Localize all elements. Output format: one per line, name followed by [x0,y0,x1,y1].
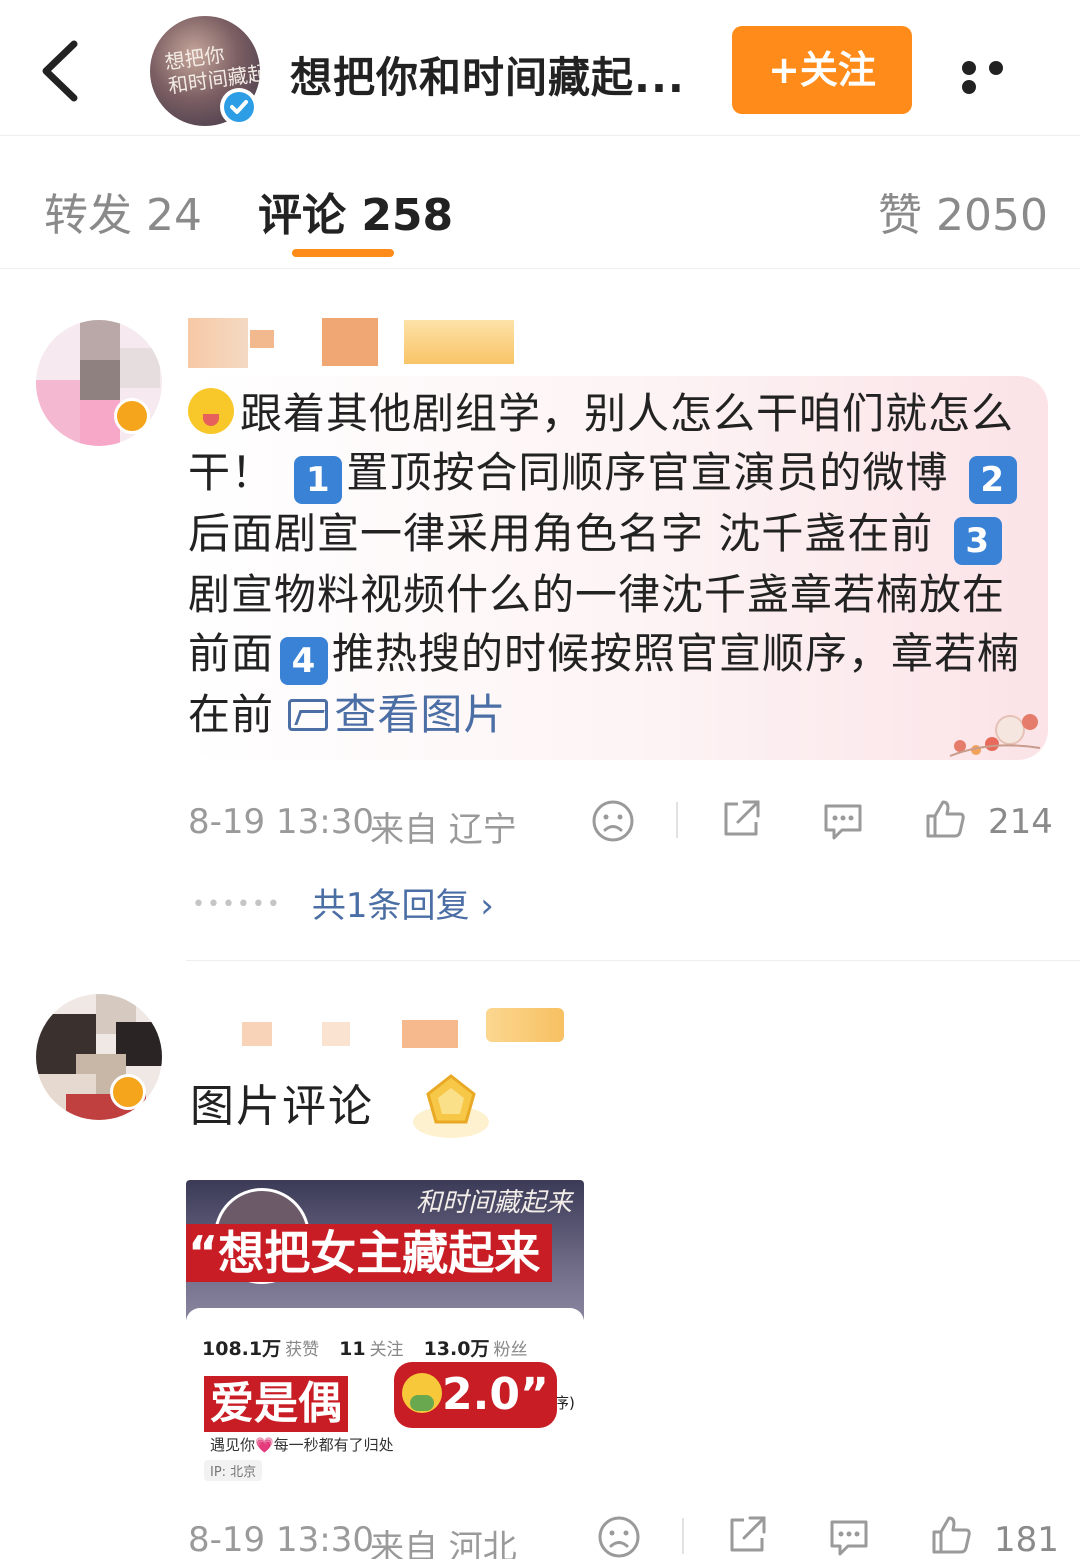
tab-likes[interactable]: 赞 2050 [878,179,1048,243]
action-divider [676,802,678,838]
username-redacted[interactable] [188,318,248,368]
keycap-2-icon: 2 [968,456,1017,504]
reply-comment-icon[interactable] [826,1514,872,1559]
action-divider [682,1518,684,1554]
comment-separator [186,960,1080,961]
verified-badge-icon [220,88,258,126]
comment-text-part: 置顶按合同顺序官宣演员的微博 [346,448,949,497]
stat-value: 108.1万 [202,1338,282,1360]
like-count: 214 [988,802,1053,842]
user-badge-redacted [404,320,514,364]
verified-gold-badge-icon [110,1074,146,1110]
comment-timestamp: 8-19 13:30 [188,1520,374,1559]
tab-comments[interactable]: 评论 258 [258,179,453,243]
view-image-label: 查看图片 [334,690,507,739]
stat-value: 13.0万 [423,1338,490,1360]
username-redacted[interactable] [242,1022,272,1046]
image-icon [288,699,329,731]
top-bar: 想把你 和时间藏起来 想把你和时间藏起... +关注 [0,0,1080,136]
chevron-left-icon [42,40,78,102]
share-icon[interactable] [724,1512,770,1558]
like-thumb-icon[interactable] [922,796,968,842]
username-redacted-2 [250,330,274,348]
username-redacted-2 [322,1022,350,1046]
comment-text: 跟着其他剧组学，别人怎么干咱们就怎么干！ 1 置顶按合同顺序官宣演员的微博 2后面… [188,384,1028,744]
image-caption-banner: “想把女主藏起来 [186,1224,553,1282]
dislike-face-icon[interactable] [590,798,636,844]
verified-gold-badge-icon [114,398,150,434]
view-image-link[interactable]: 查看图片 [288,690,506,739]
more-options-icon[interactable] [962,60,1034,94]
keycap-3-icon: 3 [953,517,1002,565]
comment-text-part: 后面剧宣一律采用角色名字 沈千盏在前 [188,509,934,558]
image-script-title: 和时间藏起来 [416,1188,573,1218]
like-count: 181 [994,1520,1059,1559]
active-tab-indicator [292,249,394,257]
reply-comment-icon[interactable] [820,798,866,844]
tab-bar: 转发 24 评论 258 赞 2050 [0,137,1080,269]
stat-label: 获赞 [285,1340,320,1360]
image-caption-banner-2: 爱是偶 [204,1376,348,1432]
comment-text: 图片评论 [190,1081,374,1132]
comment-timestamp: 8-19 13:30 [188,802,374,842]
replies-label: 共1条回复 › [311,886,494,926]
share-icon[interactable] [718,796,764,842]
image-caption-banner-3-text: 2.0” [442,1369,549,1420]
back-button[interactable] [34,36,94,106]
dislike-face-icon[interactable] [596,1514,642,1559]
view-replies-link[interactable]: •••••• 共1条回复 › [192,878,494,927]
nauseated-face-emoji-icon [402,1373,442,1413]
tab-reposts[interactable]: 转发 24 [44,179,202,243]
stat-label: 粉丝 [493,1340,528,1360]
user-badge-redacted [486,1008,564,1042]
stat-value: 11 [339,1338,366,1360]
comment-location: 来自 辽宁 [370,810,517,850]
stat-label: 关注 [369,1340,404,1360]
follow-button[interactable]: +关注 [732,26,912,114]
fan-level-badge-icon [413,1074,489,1138]
username-redacted-3 [322,318,378,366]
page-title: 想把你和时间藏起... [290,53,685,102]
username-redacted-3 [402,1020,458,1048]
squinting-tongue-emoji-icon [188,388,234,434]
keycap-4-icon: 4 [280,637,329,685]
image-caption-banner-3: 2.0” [394,1362,557,1428]
comment-image-attachment[interactable]: 和时间藏起来 “想把女主藏起来 108.1万获赞11关注13.0万粉丝 画排序)… [186,1180,584,1486]
image-profile-bio: 遇见你💗每一秒都有了归处 [210,1436,394,1454]
like-thumb-icon[interactable] [928,1512,974,1558]
keycap-1-icon: 1 [294,456,343,504]
comment-location: 来自 河北 [370,1528,517,1559]
replies-dots: •••••• [192,892,282,917]
flower-decoration-icon [949,714,1041,757]
image-ip-label: IP: 北京 [204,1460,263,1481]
image-profile-stats: 108.1万 获赞 11 关注 13.0万 粉丝 [202,1334,547,1361]
